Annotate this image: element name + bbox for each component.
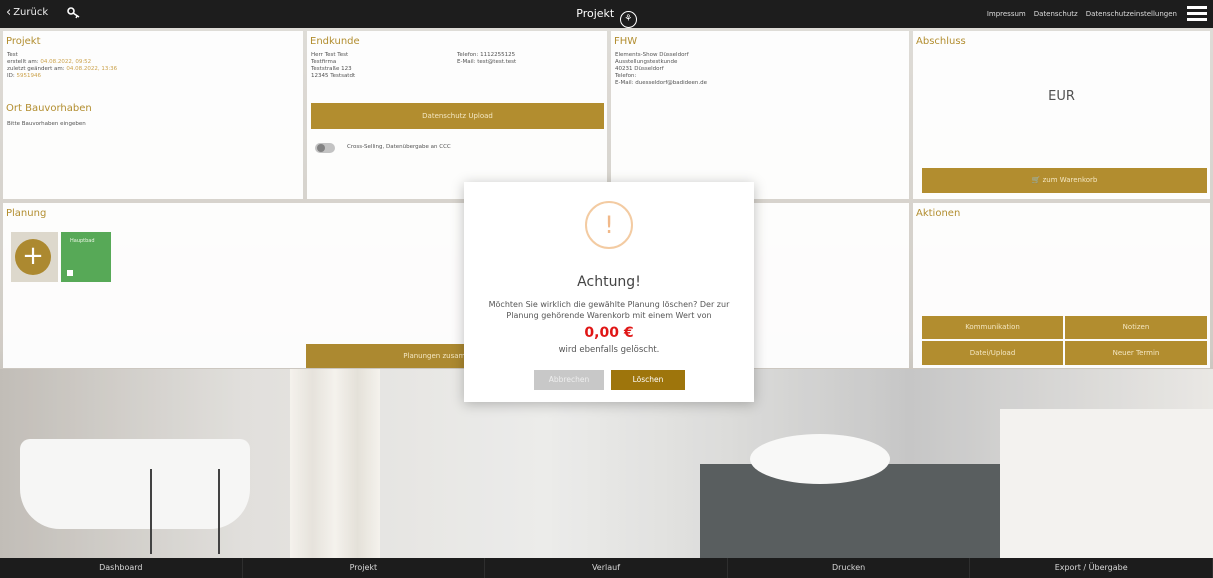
cancel-button[interactable]: Abbrechen [534, 370, 604, 390]
impressum-link[interactable]: Impressum [987, 10, 1026, 18]
nav-dashboard[interactable]: Dashboard [0, 558, 243, 578]
nav-projekt[interactable]: Projekt [243, 558, 486, 578]
top-bar: ‹ Zurück Projekt ⚘ Impressum Datenschutz… [0, 0, 1213, 28]
dialog-title: Achtung! [577, 274, 641, 290]
page-title-text: Projekt [576, 7, 615, 20]
nav-export[interactable]: Export / Übergabe [970, 558, 1213, 578]
dialog-price: 0,00 € [584, 325, 634, 341]
dialog-message: Möchten Sie wirklich die gewählte Planun… [488, 300, 730, 320]
delete-button[interactable]: Löschen [611, 370, 685, 390]
header-links: Impressum Datenschutz Datenschutzeinstel… [987, 10, 1177, 18]
nav-verlauf[interactable]: Verlauf [485, 558, 728, 578]
warning-icon: ! [585, 201, 633, 249]
delete-confirm-dialog: ! Achtung! Möchten Sie wirklich die gewä… [464, 182, 754, 402]
brand-logo-icon: ⚘ [619, 11, 637, 28]
datenschutz-link[interactable]: Datenschutz [1034, 10, 1078, 18]
dialog-subtext: wird ebenfalls gelöscht. [558, 345, 660, 355]
hamburger-menu-icon[interactable] [1187, 6, 1207, 21]
nav-drucken[interactable]: Drucken [728, 558, 971, 578]
bottom-nav: Dashboard Projekt Verlauf Drucken Export… [0, 558, 1213, 578]
datenschutzeinstellungen-link[interactable]: Datenschutzeinstellungen [1086, 10, 1177, 18]
